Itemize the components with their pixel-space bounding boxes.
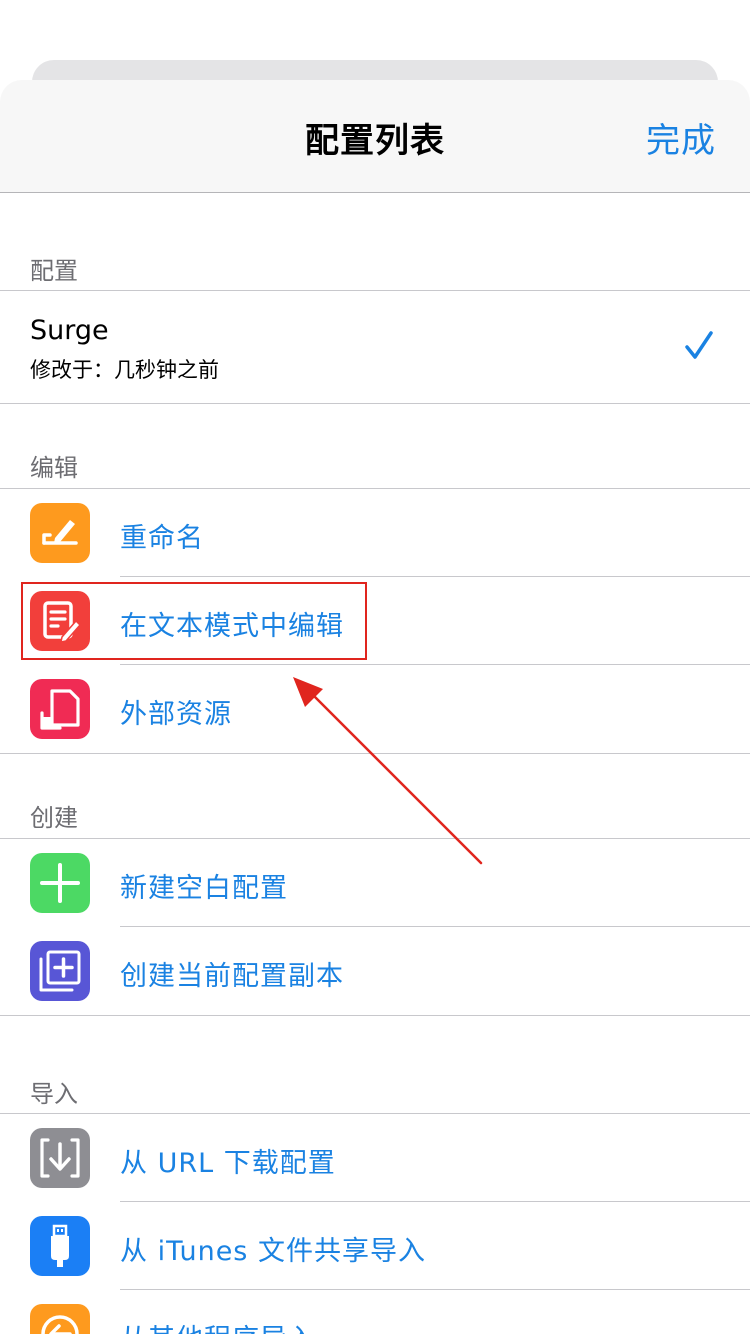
row-itunes-import[interactable]: 从 iTunes 文件共享导入 <box>0 1202 750 1290</box>
checkmark-icon <box>685 331 713 359</box>
plus-icon <box>30 853 90 913</box>
text-mode-edit-label: 在文本模式中编辑 <box>120 611 344 642</box>
external-resources-label: 外部资源 <box>120 699 232 730</box>
row-external-resources[interactable]: 外部资源 <box>0 665 750 754</box>
page-title: 配置列表 <box>305 121 445 161</box>
import-from-other-apps-label: 从其他程序导入 <box>120 1317 316 1334</box>
row-import-from-other-apps[interactable]: 从其他程序导入 <box>0 1290 750 1334</box>
rename-pencil-icon <box>30 503 90 563</box>
profile-row-surge[interactable]: Surge 修改于：几秒钟之前 <box>0 291 750 404</box>
row-new-blank-config[interactable]: 新建空白配置 <box>0 839 750 927</box>
profile-name: Surge <box>30 315 109 346</box>
download-icon <box>30 1128 90 1188</box>
duplicate-config-label: 创建当前配置副本 <box>120 961 344 992</box>
row-text-mode-edit[interactable]: 在文本模式中编辑 <box>0 577 750 665</box>
screen: 配置列表 完成 配置 Surge 修改于：几秒钟之前 编辑 重命名 在文本模式中… <box>0 0 750 1334</box>
section-header-edit: 编辑 <box>0 404 750 489</box>
config-list-sheet: 配置列表 完成 配置 Surge 修改于：几秒钟之前 编辑 重命名 在文本模式中… <box>0 80 750 1334</box>
download-from-url-label: 从 URL 下载配置 <box>120 1148 336 1179</box>
section-header-config: 配置 <box>0 193 750 291</box>
itunes-import-label: 从 iTunes 文件共享导入 <box>120 1236 426 1267</box>
navigation-bar: 配置列表 完成 <box>0 80 750 193</box>
text-edit-icon <box>30 591 90 651</box>
done-button[interactable]: 完成 <box>646 113 716 162</box>
usb-icon <box>30 1216 90 1276</box>
profile-modified: 修改于：几秒钟之前 <box>30 358 219 382</box>
import-arrow-icon <box>30 1304 90 1334</box>
row-download-from-url[interactable]: 从 URL 下载配置 <box>0 1114 750 1202</box>
external-resource-icon <box>30 679 90 739</box>
row-duplicate-config[interactable]: 创建当前配置副本 <box>0 927 750 1016</box>
row-rename[interactable]: 重命名 <box>0 489 750 577</box>
section-header-import: 导入 <box>0 1016 750 1114</box>
rename-label: 重命名 <box>120 523 204 554</box>
section-header-create: 创建 <box>0 754 750 839</box>
duplicate-icon <box>30 941 90 1001</box>
new-blank-config-label: 新建空白配置 <box>120 873 288 904</box>
